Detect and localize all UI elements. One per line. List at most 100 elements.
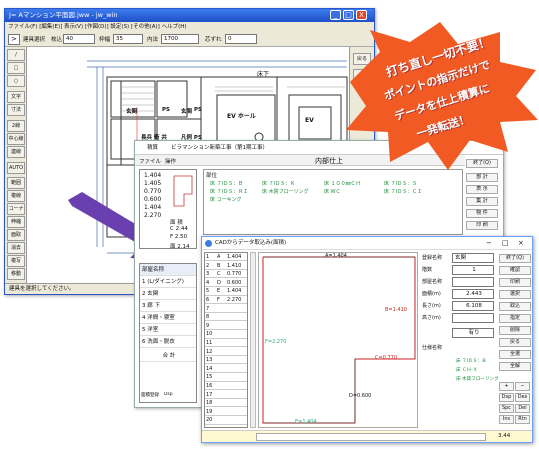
offset-select[interactable]: 0 <box>225 34 257 44</box>
tool-auto[interactable]: AUTO <box>7 162 25 174</box>
area-input[interactable]: 2.443 <box>452 289 494 299</box>
import-clear-all-button[interactable]: 全解 <box>499 362 531 371</box>
grid-cell[interactable]: 床 ７ⅠＤＳ：ＲＩ <box>210 188 248 195</box>
tool-text[interactable]: 文字 <box>7 91 25 103</box>
room-list-item[interactable]: 6 洗面・脱衣 <box>140 336 196 348</box>
import-close-button[interactable]: × <box>518 237 524 250</box>
inner-select[interactable]: 1700 <box>161 34 199 44</box>
tool-corner[interactable]: コーナー <box>7 203 25 222</box>
import-minimize-button[interactable]: − <box>486 237 492 250</box>
area-table-row[interactable]: 11 <box>205 339 247 348</box>
room-list-item[interactable]: 1 (L/ダイニング) <box>140 276 196 288</box>
import-select-button[interactable]: 選択 <box>499 290 531 299</box>
name-input[interactable]: 玄関 <box>452 253 494 263</box>
area-table-row[interactable]: 20 <box>205 416 247 425</box>
estimate-total-button[interactable]: 集 計 <box>466 197 498 206</box>
tool-chamfer[interactable]: 面取 <box>7 229 25 241</box>
command-input[interactable] <box>256 433 486 441</box>
area-table-scrollbar[interactable] <box>250 252 256 428</box>
tool-copy[interactable]: 複写 <box>7 255 25 267</box>
menu-settings[interactable]: 設定(S) <box>110 24 129 30</box>
area-table-row[interactable]: 9 <box>205 322 247 331</box>
area-table-row[interactable]: 8 <box>205 313 247 322</box>
area-table-row[interactable]: 3 C 0.770 <box>205 270 247 279</box>
import-delete-button[interactable]: 削除 <box>499 326 531 335</box>
grid-cell[interactable]: 床 木質フローリング <box>262 188 309 195</box>
menu-other[interactable]: [その他(A)] <box>131 24 160 30</box>
estimate-menu-ops[interactable]: 操作 <box>165 157 176 165</box>
height-input[interactable] <box>452 313 494 323</box>
tool-center-line[interactable]: 中心線 <box>7 133 25 145</box>
finish-item[interactable]: 床 木質フローリング <box>456 376 499 382</box>
area-table-row[interactable]: 10 <box>205 330 247 339</box>
area-table-row[interactable]: 19 <box>205 408 247 417</box>
grid-cell[interactable]: 床 ７ⅠＤＳ：Ｓ <box>384 180 417 187</box>
floor-input[interactable]: 1 <box>452 265 494 275</box>
import-select-all-button[interactable]: 全選 <box>499 350 531 359</box>
grid-cell[interactable]: 床 ＷＣ <box>324 188 341 195</box>
tool-double-line[interactable]: 2線 <box>7 120 25 132</box>
tool-move[interactable]: 移動 <box>7 268 25 280</box>
footer-item[interactable]: Dsp <box>164 392 173 397</box>
grid-cell[interactable]: 床 ７ⅠＤＳ：ＣＩ <box>384 188 422 195</box>
estimate-property-button[interactable]: 物 件 <box>466 209 498 218</box>
room-list-item[interactable]: 2 玄関 <box>140 288 196 300</box>
menu-file[interactable]: ファイル(F) <box>8 24 37 30</box>
menu-view[interactable]: 表示(V) <box>64 24 83 30</box>
grid-cell[interactable]: 床 ７ⅠＤＳ：Ｂ <box>210 180 243 187</box>
area-table-row[interactable]: 15 <box>205 373 247 382</box>
mode-button[interactable]: > <box>8 34 20 45</box>
perimeter-input[interactable]: 6.108 <box>452 301 494 311</box>
room-list-item[interactable]: 3 廊 下 <box>140 300 196 312</box>
cad-close-button[interactable]: X <box>356 10 367 20</box>
layer-select[interactable]: 40 <box>63 34 95 44</box>
area-table-row[interactable]: 12 <box>205 348 247 356</box>
area-table-row[interactable]: 16 <box>205 382 247 391</box>
tool-dimension[interactable]: 寸法 <box>7 104 25 116</box>
area-table-row[interactable]: 1 A 1.404 <box>205 253 247 262</box>
frame-select[interactable]: 35 <box>113 34 143 44</box>
estimate-display-button[interactable]: 表 示 <box>466 185 498 194</box>
tool-continuous-line[interactable]: 連線 <box>7 146 25 158</box>
finish-item[interactable]: 床 ７ⅠＤＳ：Ｂ <box>456 358 486 364</box>
key-dsp-button[interactable]: Dsp <box>499 393 514 402</box>
estimate-menu-file[interactable]: ファイル <box>139 157 161 165</box>
tool-line[interactable]: / <box>7 49 25 61</box>
area-table-row[interactable]: 18 <box>205 399 247 408</box>
area-table-row[interactable]: 6 F 2.270 <box>205 296 247 305</box>
finish-item[interactable]: 床 ＣＨ-Ｘ <box>456 367 478 373</box>
import-confirm-button[interactable]: 確認 <box>499 266 531 275</box>
footer-item[interactable]: 面積登録 <box>141 392 159 398</box>
tool-rect[interactable]: □ <box>7 62 25 74</box>
import-print-button[interactable]: 印刷 <box>499 278 531 287</box>
room-list-item[interactable]: 4 洋間・寝室 <box>140 312 196 324</box>
area-table-row[interactable]: 5 E 1.404 <box>205 287 247 296</box>
room-list-item[interactable]: 5 洋室 <box>140 324 196 336</box>
menu-help[interactable]: ヘルプ(H) <box>162 24 187 30</box>
tool-erase[interactable]: 消去 <box>7 242 25 254</box>
tool-stretch[interactable]: 伸縮 <box>7 216 25 228</box>
estimate-subtotal-button[interactable]: 部 計 <box>466 173 498 182</box>
import-exit-button[interactable]: 終了(Q) <box>499 254 531 263</box>
menu-edit[interactable]: [編集(E)] <box>39 24 62 30</box>
room-name-input[interactable] <box>452 277 494 287</box>
key-minus-button[interactable]: − <box>515 382 530 391</box>
room-plan-view[interactable]: A=1.404 F=2.270 B=1.410 C=0.770 E=1.404 … <box>258 252 418 428</box>
key-del-button[interactable]: Del <box>515 404 530 413</box>
key-rtn-button[interactable]: Rtn <box>515 415 530 424</box>
key-spc-button[interactable]: Spc <box>499 404 514 413</box>
check-toggle[interactable]: 有り <box>452 328 494 338</box>
area-table-row[interactable]: 7 <box>205 305 247 313</box>
import-maximize-button[interactable]: □ <box>502 237 509 250</box>
cad-maximize-button[interactable]: □ <box>343 10 354 20</box>
grid-cell[interactable]: 床 ７ⅠＤＳ：Ｋ <box>262 180 295 187</box>
cad-minimize-button[interactable]: _ <box>330 10 341 20</box>
menu-draw[interactable]: [作図(D)] <box>85 24 109 30</box>
estimate-print-button[interactable]: 印 刷 <box>466 221 498 230</box>
grid-cell[interactable]: 床 コーキング <box>210 196 241 203</box>
tool-circle[interactable]: ○ <box>7 75 25 87</box>
finish-grid[interactable]: 部位 床 ７ⅠＤＳ：Ｂ 床 ７ⅠＤＳ：ＲＩ 床 コーキング 床 ７ⅠＤＳ：Ｋ 床… <box>203 169 463 235</box>
key-des-button[interactable]: Des <box>515 393 530 402</box>
import-back-button[interactable]: 戻る <box>499 338 531 347</box>
tool-range[interactable]: 範囲 <box>7 177 25 189</box>
